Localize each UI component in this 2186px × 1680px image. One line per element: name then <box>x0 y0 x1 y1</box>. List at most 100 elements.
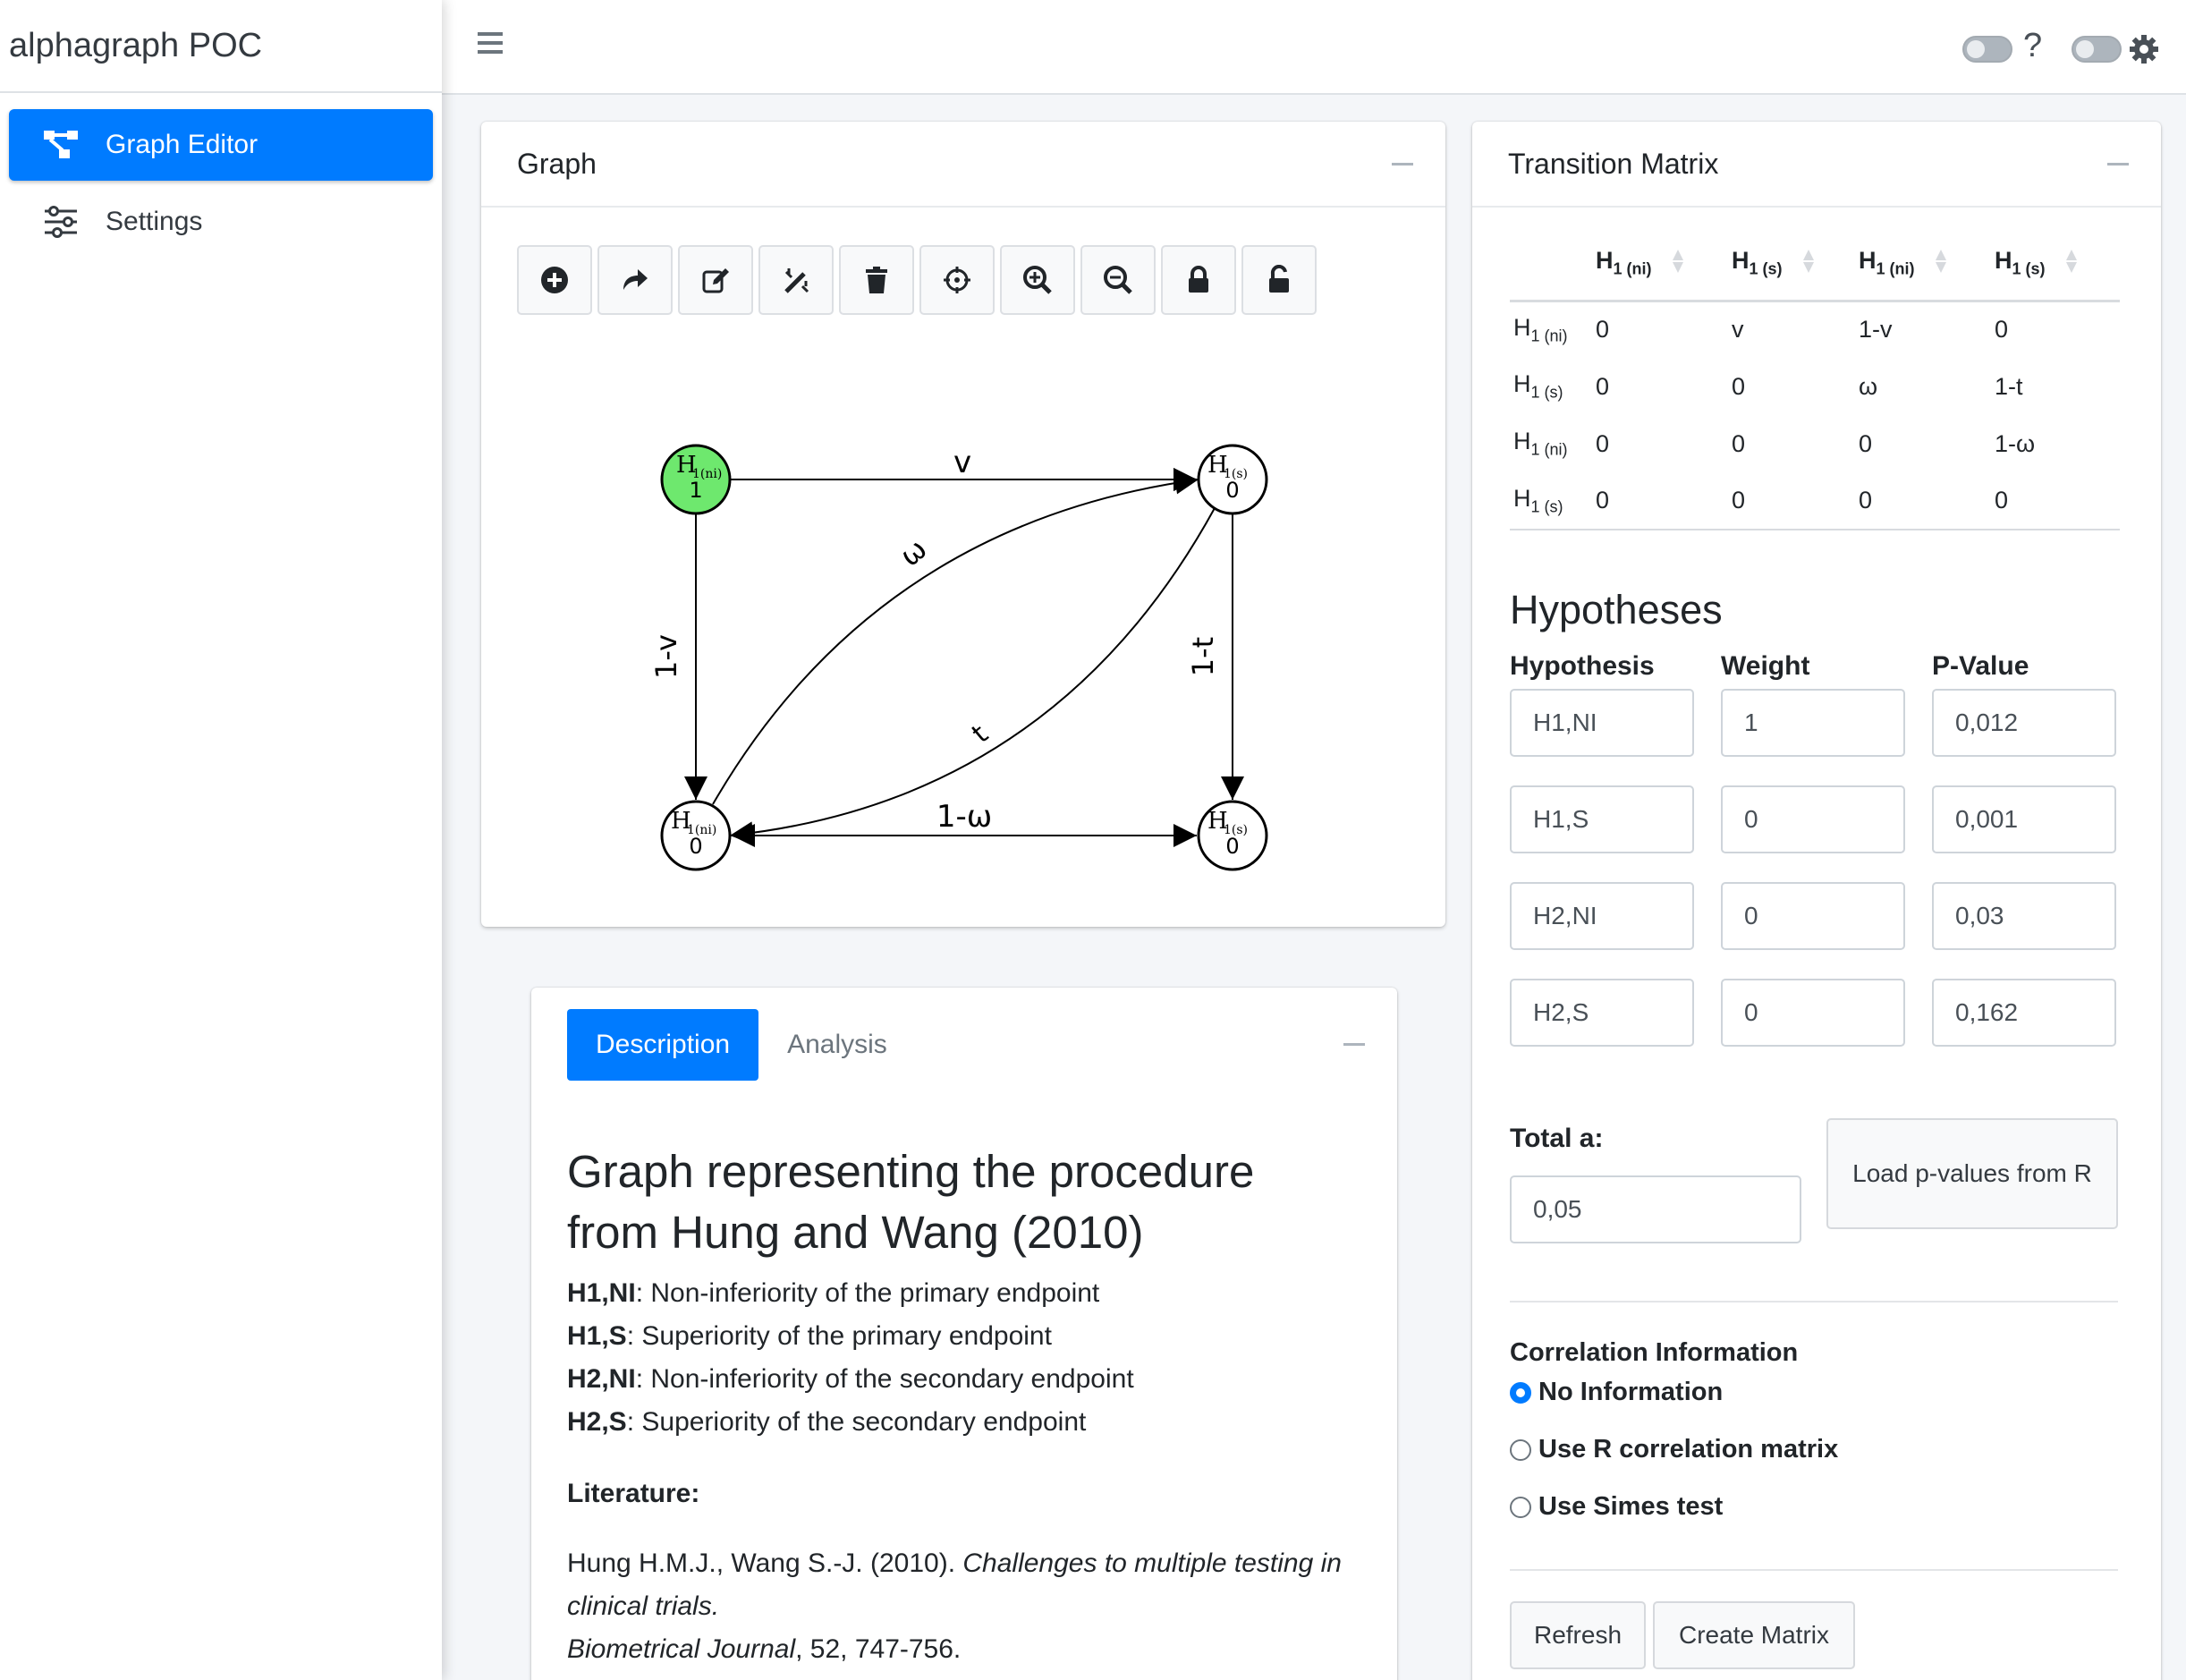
column-header[interactable]: H1 (ni) <box>1592 225 1728 302</box>
row-header: H1 (s) <box>1513 370 1563 402</box>
radio-button[interactable] <box>1510 1381 1531 1404</box>
table-cell[interactable]: 0 <box>1855 415 1991 472</box>
tab-analysis[interactable]: Analysis <box>758 1009 916 1081</box>
hypothesis-name-field[interactable]: H1,S <box>1510 785 1694 853</box>
row-header: H1 (ni) <box>1513 428 1568 459</box>
tab-description[interactable]: Description <box>567 1009 759 1081</box>
sort-icon <box>2065 248 2078 275</box>
hypothesis-name-field[interactable]: H1,NI <box>1510 689 1694 757</box>
literature-label: Literature: <box>567 1479 700 1508</box>
menu-icon[interactable] <box>474 27 506 59</box>
edge-label: t <box>966 718 995 750</box>
table-cell[interactable]: v <box>1728 301 1855 358</box>
radio-no-information[interactable]: No Information <box>1510 1378 1723 1407</box>
sort-icon <box>1802 248 1815 275</box>
graph-node[interactable]: H 1(s) 0 <box>1197 800 1268 871</box>
graph-edge[interactable] <box>712 471 1199 805</box>
graph-node[interactable]: H 1(ni) 1 <box>660 444 732 515</box>
sidebar-item-graph-editor[interactable]: Graph Editor <box>9 109 433 181</box>
node-weight: 0 <box>1225 834 1239 859</box>
description-content: Graph representing the procedure from Hu… <box>567 1141 1354 1671</box>
graph-edge[interactable] <box>729 507 1216 845</box>
transition-matrix-table: H1 (ni) H1 (s) H1 (ni) H1 (s) H1 (ni) 0 … <box>1510 225 2120 530</box>
table-cell[interactable]: 1-ω <box>1991 415 2120 472</box>
hypothesis-name-field[interactable]: H2,S <box>1510 979 1694 1047</box>
radio-simes-test[interactable]: Use Simes test <box>1510 1492 1723 1522</box>
graph-node[interactable]: H 1(ni) 0 <box>660 800 732 871</box>
radio-label: No Information <box>1538 1378 1724 1406</box>
hypotheses-title: Hypotheses <box>1510 587 1723 632</box>
row-header-corner <box>1510 225 1592 302</box>
divider <box>1510 1301 2118 1302</box>
pvalue-field[interactable]: 0,03 <box>1932 882 2116 950</box>
node-weight: 1 <box>689 478 702 503</box>
collapse-icon[interactable] <box>1343 1043 1365 1046</box>
weight-field[interactable]: 0 <box>1721 785 1905 853</box>
citation: Hung H.M.J., Wang S.-J. (2010). Challeng… <box>567 1548 1342 1664</box>
pvalue-field[interactable]: 0,012 <box>1932 689 2116 757</box>
table-cell[interactable]: 0 <box>1728 415 1855 472</box>
weight-field[interactable]: 1 <box>1721 689 1905 757</box>
radio-label: Use Simes test <box>1538 1492 1724 1521</box>
table-cell[interactable]: 0 <box>1592 301 1728 358</box>
graph-icon <box>43 129 80 161</box>
definition-item: H1,NI: Non-inferiority of the primary en… <box>567 1278 1100 1308</box>
radio-button[interactable] <box>1510 1438 1531 1461</box>
total-alpha-field[interactable]: 0,05 <box>1510 1175 1801 1243</box>
weight-field[interactable]: 0 <box>1721 979 1905 1047</box>
table-cell[interactable]: 1-t <box>1991 358 2120 415</box>
radio-label: Use R correlation matrix <box>1538 1435 1839 1464</box>
question-icon[interactable]: ? <box>2023 27 2042 65</box>
table-cell[interactable]: 0 <box>1991 301 2120 358</box>
pvalue-column-label: P-Value <box>1932 651 2029 681</box>
table-cell[interactable]: 0 <box>1728 358 1855 415</box>
column-header[interactable]: H1 (ni) <box>1855 225 1991 302</box>
table-cell[interactable]: 0 <box>1592 358 1728 415</box>
row-header: H1 (ni) <box>1513 314 1568 345</box>
table-cell[interactable]: 0 <box>1991 472 2120 530</box>
pvalue-field[interactable]: 0,001 <box>1932 785 2116 853</box>
table-cell[interactable]: 0 <box>1592 415 1728 472</box>
table-cell[interactable]: 0 <box>1728 472 1855 530</box>
column-header[interactable]: H1 (s) <box>1991 225 2120 302</box>
sidebar-item-label: Graph Editor <box>106 130 258 159</box>
table-cell[interactable]: 0 <box>1855 472 1991 530</box>
graph-edges <box>684 468 1244 847</box>
gear-icon[interactable] <box>2129 34 2159 64</box>
edge-label: ω <box>893 531 933 573</box>
edge-label: 1-t <box>1186 637 1220 676</box>
collapse-icon[interactable] <box>2107 163 2129 165</box>
weight-field[interactable]: 0 <box>1721 882 1905 950</box>
definition-item: H1,S: Superiority of the primary endpoin… <box>567 1321 1052 1351</box>
table-row: H1 (ni) 0 0 0 1-ω <box>1510 415 2120 472</box>
graph-node[interactable]: H 1(s) 0 <box>1197 444 1268 515</box>
theme-toggle[interactable] <box>2072 36 2122 63</box>
column-header[interactable]: H1 (s) <box>1728 225 1855 302</box>
radio-button[interactable] <box>1510 1496 1531 1518</box>
sort-icon <box>1935 248 1947 275</box>
refresh-button[interactable]: Refresh <box>1510 1601 1646 1669</box>
radio-r-correlation[interactable]: Use R correlation matrix <box>1510 1435 1838 1464</box>
definition-item: H2,NI: Non-inferiority of the secondary … <box>567 1364 1134 1394</box>
hypothesis-column-label: Hypothesis <box>1510 651 1655 681</box>
app-title: alphagraph POC <box>0 0 442 93</box>
row-header: H1 (s) <box>1510 472 1592 530</box>
hypothesis-name-field[interactable]: H2,NI <box>1510 882 1694 950</box>
table-row: H1 (s) 0 0 ω 1-t <box>1510 358 2120 415</box>
sidebar-item-label: Settings <box>106 207 203 236</box>
create-matrix-button[interactable]: Create Matrix <box>1653 1601 1855 1669</box>
top-navbar: ? <box>442 0 2186 95</box>
load-pvalues-button[interactable]: Load p-values from R <box>1826 1118 2118 1229</box>
graph-canvas[interactable]: v ω 1-v 1-t t 1-ω H 1(ni) 1 H 1(s) 0 H 1… <box>481 122 1445 927</box>
description-card: Description Analysis Graph representing … <box>531 988 1397 1680</box>
sidebar-item-settings[interactable]: Settings <box>9 186 433 258</box>
table-cell[interactable]: 1-v <box>1855 301 1991 358</box>
sort-icon <box>1672 248 1684 275</box>
table-cell[interactable]: 0 <box>1592 472 1728 530</box>
transition-matrix-card: Transition Matrix H1 (ni) H1 (s) H1 (ni)… <box>1472 122 2161 1680</box>
total-alpha-label: Total a: <box>1510 1124 1604 1153</box>
pvalue-field[interactable]: 0,162 <box>1932 979 2116 1047</box>
table-cell[interactable]: ω <box>1855 358 1991 415</box>
help-toggle[interactable] <box>1962 36 2012 63</box>
weight-column-label: Weight <box>1721 651 1810 681</box>
